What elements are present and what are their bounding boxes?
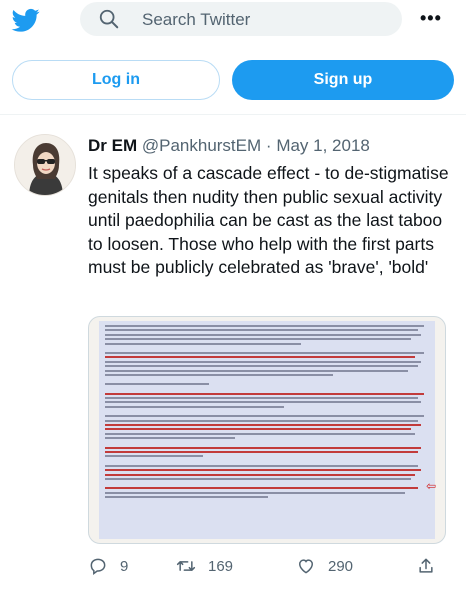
tweet-actions: 9 169 290 bbox=[88, 556, 448, 586]
search-bar[interactable]: Search Twitter bbox=[80, 2, 402, 36]
reply-icon bbox=[90, 558, 106, 575]
share-icon bbox=[419, 558, 433, 573]
reply-button[interactable]: 9 bbox=[88, 556, 128, 576]
top-bar: Search Twitter ••• bbox=[0, 0, 466, 42]
author-handle[interactable]: @PankhurstEM bbox=[142, 136, 261, 155]
divider bbox=[0, 114, 466, 115]
avatar[interactable] bbox=[14, 134, 76, 196]
tweet-text: It speaks of a cascade effect - to de-st… bbox=[88, 163, 449, 277]
author-name[interactable]: Dr EM bbox=[88, 136, 137, 155]
like-button[interactable]: 290 bbox=[296, 556, 353, 576]
tweet-date[interactable]: May 1, 2018 bbox=[276, 136, 370, 155]
like-count: 290 bbox=[328, 557, 354, 575]
heart-icon bbox=[298, 559, 314, 574]
twitter-logo-icon[interactable] bbox=[8, 6, 44, 34]
retweet-count: 169 bbox=[208, 557, 234, 575]
more-dots-icon[interactable]: ••• bbox=[420, 8, 442, 29]
share-button[interactable] bbox=[416, 556, 448, 576]
signup-button[interactable]: Sign up bbox=[232, 60, 454, 100]
search-placeholder: Search Twitter bbox=[142, 10, 251, 29]
tweet-media-image[interactable]: ⇦ bbox=[88, 316, 446, 544]
document-screenshot: ⇦ bbox=[99, 321, 437, 539]
login-button[interactable]: Log in bbox=[12, 60, 220, 100]
retweet-icon bbox=[176, 561, 196, 571]
reply-count: 9 bbox=[120, 557, 129, 575]
retweet-button[interactable]: 169 bbox=[176, 556, 233, 576]
auth-buttons: Log in Sign up bbox=[0, 54, 466, 110]
document-text-lines bbox=[105, 325, 431, 501]
avatar-portrait-icon bbox=[15, 135, 75, 195]
tweet-header: Dr EM @PankhurstEM · May 1, 2018 bbox=[88, 136, 370, 156]
separator-dot: · bbox=[265, 136, 272, 155]
red-arrow-icon: ⇦ bbox=[426, 479, 437, 493]
search-icon bbox=[99, 9, 119, 29]
